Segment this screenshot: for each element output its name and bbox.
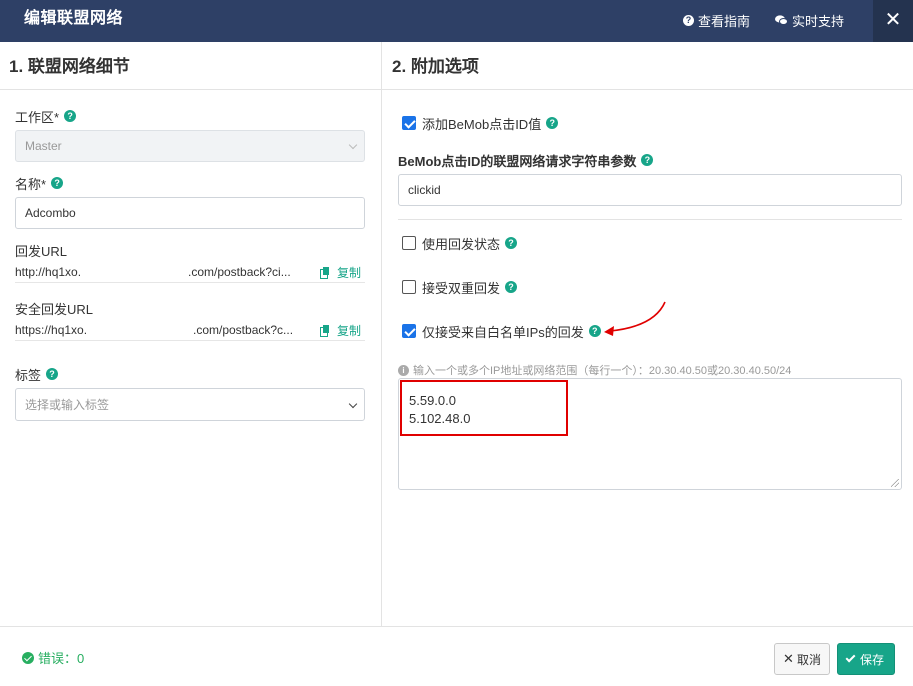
chat-bubbles-icon: [775, 15, 788, 25]
add-clickid-label: 添加BeMob点击ID值 ?: [422, 115, 559, 132]
postback-url-part2: .com/postback?ci...: [188, 265, 291, 279]
help-icon[interactable]: ?: [46, 368, 59, 380]
tags-select[interactable]: 选择或输入标签: [15, 388, 365, 421]
secure-postback-url-part1: https://hq1xo.: [15, 323, 88, 337]
copy-icon: [319, 325, 330, 337]
secure-postback-url-label: 安全回发URL: [15, 301, 94, 317]
whitelist-only-checkbox[interactable]: [402, 324, 416, 338]
question-circle-icon: ?: [683, 15, 694, 26]
check-icon: [845, 652, 856, 663]
postback-url-part1: http://hq1xo.: [15, 265, 82, 279]
ip-hint: i 输入一个或多个IP地址或网络范围（每行一个）：20.30.40.50或20.…: [398, 362, 791, 378]
view-guide-label: 查看指南: [698, 14, 751, 29]
name-value: Adcombo: [25, 206, 76, 220]
help-icon[interactable]: ?: [505, 281, 518, 293]
live-support-label: 实时支持: [792, 14, 845, 29]
footer-divider: [0, 626, 913, 627]
help-icon[interactable]: ?: [588, 325, 601, 337]
copy-icon: [319, 267, 330, 279]
info-icon: i: [398, 364, 409, 376]
secure-postback-url-part2: .com/postback?c...: [193, 323, 294, 337]
modal-header: 编辑联盟网络 ? 查看指南 实时支持 ✕: [0, 0, 913, 42]
accept-double-postback-checkbox[interactable]: [402, 280, 416, 294]
postback-url-label: 回发URL: [15, 243, 68, 259]
copy-postback-url-button[interactable]: 复制: [319, 264, 361, 281]
copy-secure-postback-url-button[interactable]: 复制: [319, 322, 361, 339]
section-title-options: 2. 附加选项: [392, 57, 479, 76]
section-divider: [382, 89, 913, 90]
options-divider: [398, 219, 902, 220]
secure-postback-url-row: https://hq1xo. .com/postback?c... 复制: [15, 321, 365, 341]
tags-label: 标签 ?: [15, 366, 59, 383]
red-arrow-annotation: [604, 301, 666, 336]
close-icon: ✕: [783, 651, 794, 666]
postback-url-row: http://hq1xo. .com/postback?ci... 复制: [15, 263, 365, 283]
resize-handle-icon[interactable]: [891, 479, 899, 487]
cancel-button[interactable]: ✕ 取消: [774, 643, 830, 675]
help-icon[interactable]: ?: [51, 177, 64, 189]
accept-double-postback-label: 接受双重回发 ?: [422, 279, 518, 296]
whitelist-only-label: 仅接受来自白名单IPs的回发 ?: [422, 323, 601, 340]
workspace-value: Master: [25, 139, 62, 153]
use-postback-status-label: 使用回发状态 ?: [422, 235, 518, 252]
view-guide-link[interactable]: ? 查看指南: [683, 11, 750, 30]
live-support-link[interactable]: 实时支持: [775, 11, 844, 30]
use-postback-status-checkbox[interactable]: [402, 236, 416, 250]
help-icon[interactable]: ?: [64, 110, 77, 122]
name-input[interactable]: Adcombo: [15, 197, 365, 229]
section-title-details: 1. 联盟网络细节: [9, 57, 130, 76]
chevron-down-icon: [348, 399, 358, 408]
name-label: 名称* ?: [15, 175, 64, 192]
error-count: 错误：0: [22, 648, 84, 667]
column-divider: [381, 42, 382, 626]
help-icon[interactable]: ?: [546, 117, 559, 129]
modal-title: 编辑联盟网络: [24, 10, 124, 27]
check-circle-icon: [22, 651, 34, 664]
workspace-select: Master: [15, 130, 365, 162]
chevron-down-icon: [348, 140, 358, 150]
clickid-param-input[interactable]: clickid: [398, 174, 902, 206]
help-icon[interactable]: ?: [641, 154, 654, 166]
workspace-label: 工作区* ?: [15, 108, 77, 125]
tags-placeholder: 选择或输入标签: [25, 398, 110, 412]
clickid-param-value: clickid: [408, 183, 441, 197]
add-clickid-checkbox[interactable]: [402, 116, 416, 130]
save-button[interactable]: 保存: [837, 643, 895, 675]
close-icon: ✕: [884, 9, 902, 31]
close-button[interactable]: ✕: [873, 0, 913, 42]
clickid-param-label: BeMob点击ID的联盟网络请求字符串参数 ?: [398, 152, 654, 169]
help-icon[interactable]: ?: [505, 237, 518, 249]
section-divider: [0, 89, 381, 90]
red-highlight-box: [400, 380, 568, 436]
